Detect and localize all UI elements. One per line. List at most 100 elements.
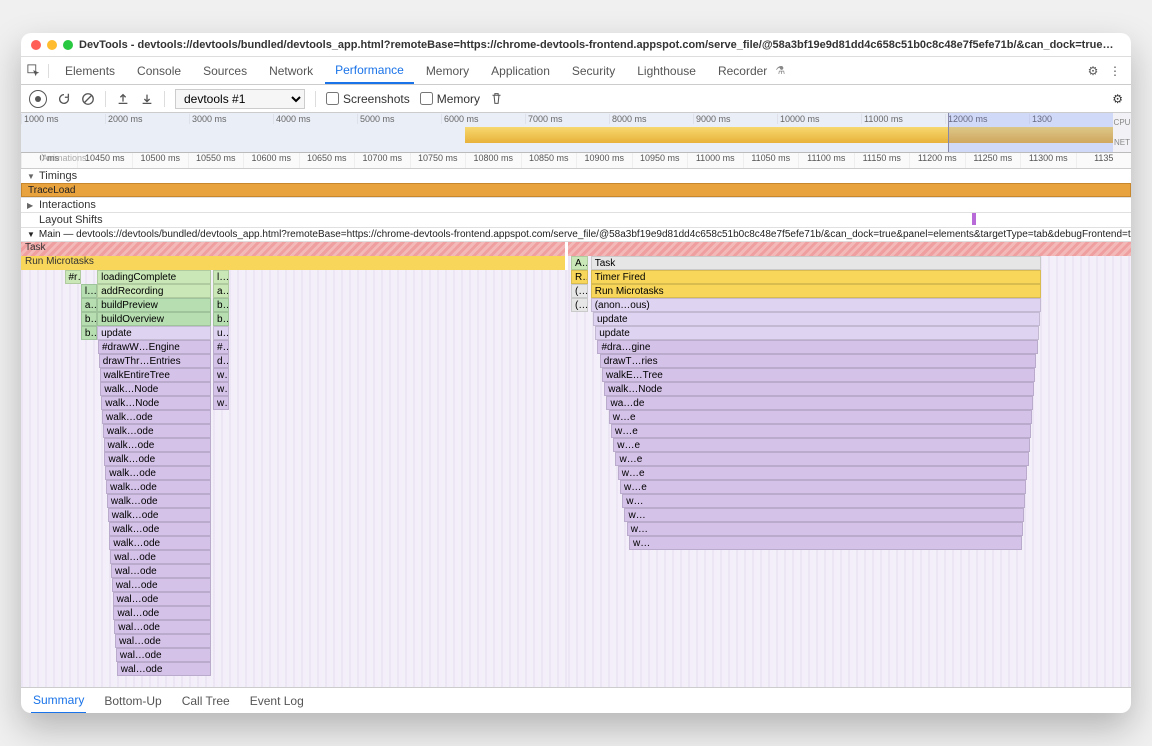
flame-frame[interactable]: (…)	[571, 298, 588, 312]
flame-frame[interactable]: w…e	[609, 410, 1032, 424]
flame-frame[interactable]: (…)	[571, 284, 588, 298]
flame-frame[interactable]: Run Microtasks	[591, 284, 1041, 298]
flame-frame[interactable]: w…e	[611, 424, 1031, 438]
tab-sources[interactable]: Sources	[193, 57, 257, 84]
flame-frame[interactable]: w…e	[615, 452, 1028, 466]
flame-frame[interactable]: w…	[622, 494, 1025, 508]
close-icon[interactable]	[31, 40, 41, 50]
flame-frame[interactable]: a…	[81, 298, 97, 312]
flame-frame[interactable]: wa…de	[606, 396, 1033, 410]
flame-frame[interactable]: l…e	[213, 270, 229, 284]
tab-performance[interactable]: Performance	[325, 57, 414, 84]
layoutshift-marker[interactable]	[972, 213, 976, 225]
flame-frame[interactable]: walk…ode	[107, 494, 211, 508]
flame-frame[interactable]: wal…ode	[113, 592, 212, 606]
flame-frame[interactable]: w…	[213, 396, 229, 410]
flame-frame[interactable]: drawT…ries	[600, 354, 1037, 368]
flame-frame[interactable]: walk…ode	[109, 522, 212, 536]
traceload-bar[interactable]: TraceLoad	[21, 183, 1131, 197]
flame-frame[interactable]: update	[593, 312, 1040, 326]
detail-ruler[interactable]: Animations 0 ms10450 ms10500 ms10550 ms1…	[21, 153, 1131, 169]
inspect-icon[interactable]	[27, 64, 49, 78]
details-tab-summary[interactable]: Summary	[31, 688, 86, 714]
flame-frame[interactable]: walk…ode	[108, 508, 212, 522]
flame-frame[interactable]: b…	[81, 326, 97, 340]
flame-frame[interactable]: u…	[213, 326, 229, 340]
tab-application[interactable]: Application	[481, 57, 560, 84]
flame-frame[interactable]: wal…ode	[113, 606, 211, 620]
flame-frame[interactable]: (anon…ous)	[591, 298, 1041, 312]
flame-frame[interactable]: Task	[591, 256, 1041, 270]
save-button[interactable]	[140, 92, 154, 106]
reload-button[interactable]	[57, 92, 71, 106]
load-button[interactable]	[116, 92, 130, 106]
zoom-icon[interactable]	[63, 40, 73, 50]
flame-frame[interactable]: #…	[213, 340, 229, 354]
flame-frame[interactable]: #dra…gine	[597, 340, 1037, 354]
flame-frame[interactable]: d…	[213, 354, 229, 368]
flame-frame[interactable]: walk…Node	[101, 396, 211, 410]
tab-network[interactable]: Network	[259, 57, 323, 84]
flame-frame[interactable]: wal…ode	[115, 634, 211, 648]
flame-frame[interactable]: w…	[627, 522, 1023, 536]
details-tab-call-tree[interactable]: Call Tree	[180, 689, 232, 713]
flame-frame[interactable]: l…	[81, 284, 97, 298]
flame-frame[interactable]: w…e	[618, 466, 1028, 480]
tab-security[interactable]: Security	[562, 57, 625, 84]
minimize-icon[interactable]	[47, 40, 57, 50]
details-tab-bottom-up[interactable]: Bottom-Up	[102, 689, 163, 713]
selection-window[interactable]	[948, 113, 1115, 152]
tab-elements[interactable]: Elements	[55, 57, 125, 84]
flame-frame[interactable]: w…	[213, 368, 229, 382]
flame-frame[interactable]: buildOverview	[97, 312, 211, 326]
flame-frame[interactable]: walk…ode	[109, 536, 211, 550]
tab-recorder[interactable]: Recorder	[708, 57, 777, 84]
trash-button[interactable]	[490, 92, 503, 105]
flame-frame[interactable]: wal…ode	[117, 662, 212, 676]
flame-frame[interactable]: walk…ode	[105, 466, 211, 480]
task-bar-2[interactable]	[568, 242, 1131, 256]
flame-frame[interactable]: walkEntireTree	[100, 368, 212, 382]
flame-frame[interactable]: R…	[571, 270, 588, 284]
flame-frame[interactable]: wal…ode	[110, 550, 211, 564]
flame-frame[interactable]: buildPreview	[97, 298, 211, 312]
timings-header[interactable]: ▼Timings	[21, 169, 1131, 183]
flame-frame[interactable]: walk…Node	[100, 382, 211, 396]
flame-frame[interactable]: b…	[213, 298, 229, 312]
main-thread-header[interactable]: ▼Main — devtools://devtools/bundled/devt…	[21, 228, 1131, 242]
flame-frame[interactable]: walk…ode	[104, 438, 212, 452]
flame-frame[interactable]: w…	[629, 536, 1022, 550]
timeline-overview[interactable]: 1000 ms2000 ms3000 ms4000 ms5000 ms6000 …	[21, 113, 1131, 153]
memory-toggle[interactable]: Memory	[420, 92, 480, 106]
settings-icon[interactable]: ⚙	[1083, 64, 1103, 78]
more-icon[interactable]: ⋮	[1105, 64, 1125, 78]
flame-frame[interactable]: b…	[213, 312, 229, 326]
record-button[interactable]	[29, 90, 47, 108]
flame-frame[interactable]: walk…ode	[104, 452, 211, 466]
flame-frame[interactable]: Timer Fired	[591, 270, 1041, 284]
flame-frame[interactable]: wal…ode	[116, 648, 211, 662]
flame-frame[interactable]: b…	[81, 312, 97, 326]
flame-frame[interactable]: update	[595, 326, 1038, 340]
task-bar[interactable]: Task	[21, 242, 565, 256]
flame-frame[interactable]: a…	[213, 284, 229, 298]
flame-frame[interactable]: #drawW…Engine	[98, 340, 211, 354]
details-tab-event-log[interactable]: Event Log	[248, 689, 306, 713]
flame-frame[interactable]: w…e	[613, 438, 1029, 452]
flame-frame[interactable]: update	[97, 326, 211, 340]
tab-console[interactable]: Console	[127, 57, 191, 84]
profile-select[interactable]: devtools #1	[175, 89, 305, 109]
flame-frame[interactable]: addRecording	[97, 284, 211, 298]
tab-memory[interactable]: Memory	[416, 57, 479, 84]
flame-frame[interactable]: walk…ode	[102, 410, 211, 424]
tab-lighthouse[interactable]: Lighthouse	[627, 57, 706, 84]
capture-settings-icon[interactable]: ⚙	[1112, 92, 1123, 106]
screenshots-toggle[interactable]: Screenshots	[326, 92, 410, 106]
flame-frame[interactable]: #r…s	[65, 270, 81, 284]
flame-frame[interactable]: wal…ode	[112, 578, 212, 592]
flame-frame[interactable]: drawThr…Entries	[99, 354, 212, 368]
flame-chart[interactable]: Task Run Microtasks #r…sloadingCompletel…	[21, 242, 1131, 687]
flame-frame[interactable]: wal…ode	[111, 564, 211, 578]
flame-frame[interactable]: walk…ode	[103, 424, 212, 438]
run-microtasks-bar[interactable]: Run Microtasks	[21, 256, 565, 270]
